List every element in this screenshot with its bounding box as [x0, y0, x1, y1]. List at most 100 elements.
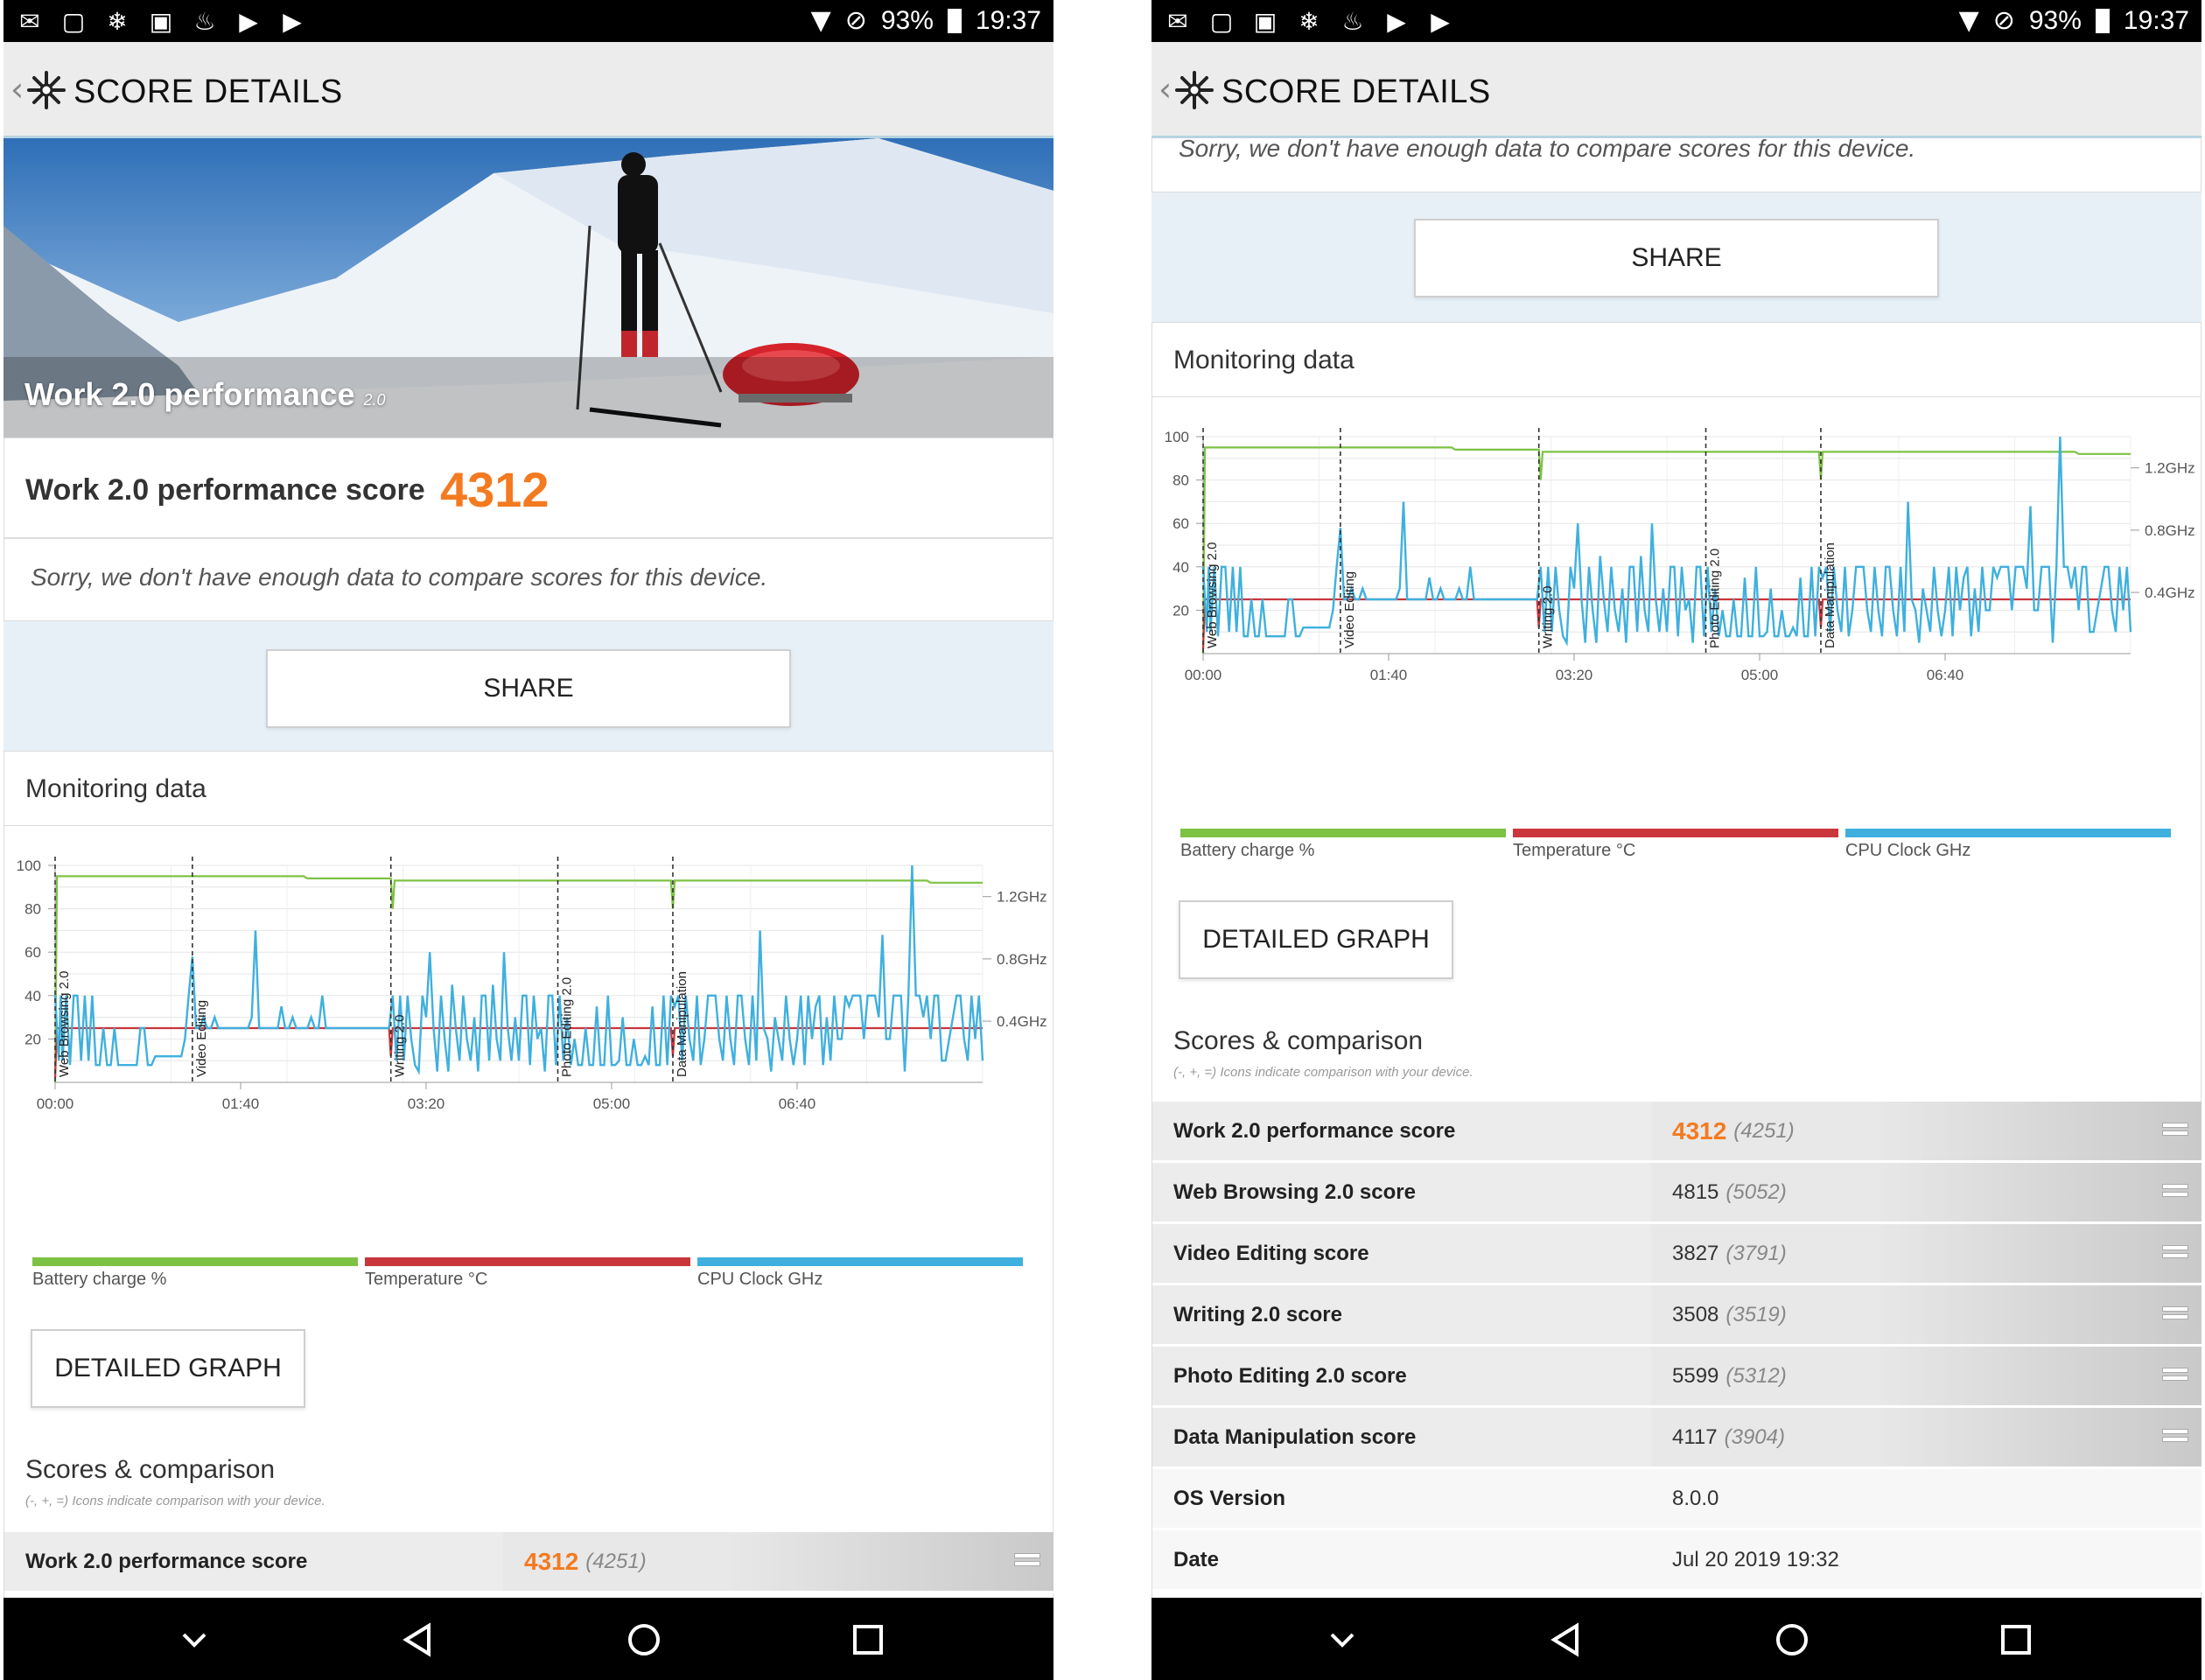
divider: [1152, 396, 2202, 397]
back-chevron-icon[interactable]: ‹: [10, 70, 24, 108]
y-right-tick-label: 0.8GHz: [997, 951, 1047, 968]
row-value-cell: Jul 20 2019 19:32: [1651, 1530, 2202, 1589]
page-title: SCORE DETAILS: [74, 74, 343, 110]
legend-battery-swatch: [1180, 829, 1506, 837]
legend-battery: Battery charge %: [32, 1257, 358, 1290]
home-icon[interactable]: [625, 1620, 663, 1659]
row-value: 8.0.0: [1672, 1486, 1719, 1510]
legend-cpu: CPU Clock GHz: [1845, 829, 2171, 861]
equals-icon: [2162, 1306, 2188, 1322]
test-marker-label: Video Editing: [194, 1000, 209, 1077]
monitoring-card: Monitoring data 100 80 60 40 20 1.2GHz 0.8GHz 0…: [1152, 322, 2202, 1598]
y-tick-label: 20: [24, 1031, 41, 1047]
table-row[interactable]: Work 2.0 performance score 4312 (4251): [4, 1532, 1054, 1593]
row-compare: (4251): [1733, 1118, 1795, 1143]
share-section: SHARE: [4, 621, 1054, 751]
row-value-cell: 8.0.0: [1651, 1469, 2202, 1528]
snowflake-icon: ❄: [1298, 6, 1320, 36]
monitoring-chart: 100 80 60 40 20 1.2GHz 0.8GHz 0.4GHz 00:00 01:40 0…: [1165, 428, 2195, 683]
table-row[interactable]: Video Editing score 3827 (3791): [1152, 1224, 2202, 1285]
snowflake-logo-icon[interactable]: [26, 70, 66, 110]
legend-temperature: Temperature °C: [365, 1257, 690, 1290]
x-tick-label: 00:00: [1185, 667, 1222, 683]
phone-screen-right: ✉ ▢ ▣ ❄ ♨ ▶ ▶ ▼ ⊘ 93% 19:37 ‹ SCORE DETA…: [1152, 0, 2202, 1680]
app-bar: ‹ SCORE DETAILS: [1152, 42, 2202, 138]
row-compare: (5052): [1726, 1180, 1787, 1204]
battery-percent: 93%: [880, 5, 934, 35]
hide-keyboard-icon[interactable]: [175, 1620, 214, 1659]
blank-notification-icon: ▢: [1209, 6, 1234, 36]
gmail-icon: ✉: [19, 6, 40, 36]
row-compare: (4251): [585, 1549, 647, 1573]
monitoring-title: Monitoring data: [25, 774, 206, 803]
recents-icon[interactable]: [1997, 1620, 2035, 1659]
battery-icon: [947, 8, 962, 33]
detailed-graph-button[interactable]: DETAILED GRAPH: [31, 1329, 305, 1408]
legend-temperature: Temperature °C: [1513, 829, 1838, 861]
table-row: OS Version 8.0.0: [1152, 1469, 2202, 1530]
y-tick-label: 60: [24, 944, 41, 961]
table-row[interactable]: Work 2.0 performance score 4312 (4251): [1152, 1102, 2202, 1163]
table-row: Date Jul 20 2019 19:32: [1152, 1530, 2202, 1592]
test-marker-label: Photo Editing 2.0: [560, 977, 575, 1077]
flame-icon: ♨: [193, 6, 216, 36]
x-tick-label: 03:20: [1556, 667, 1593, 683]
row-value-cell: 3508 (3519): [1651, 1285, 2202, 1344]
row-value-cell: 4117 (3904): [1651, 1408, 2202, 1466]
table-row[interactable]: Photo Editing 2.0 score 5599 (5312): [1152, 1347, 2202, 1408]
test-marker-label: Writing 2.0: [393, 1015, 408, 1077]
legend-cpu-swatch: [1845, 829, 2171, 837]
row-value: Jul 20 2019 19:32: [1672, 1547, 1839, 1572]
detailed-graph-button[interactable]: DETAILED GRAPH: [1179, 900, 1453, 979]
share-button[interactable]: SHARE: [1414, 219, 1939, 298]
table-row[interactable]: Writing 2.0 score 3508 (3519): [1152, 1285, 2202, 1347]
chart-legend: Battery charge % Temperature °C CPU Cloc…: [25, 1257, 1032, 1292]
back-icon[interactable]: [399, 1620, 438, 1659]
row-value-cell: 4815 (5052): [1651, 1163, 2202, 1222]
test-marker-label: Web Browsing 2.0: [57, 971, 72, 1077]
hero-title: Work 2.0 performance 2.0: [24, 376, 386, 413]
equals-icon: [2162, 1245, 2188, 1261]
compare-message-card: Sorry, we don't have enough data to comp…: [1152, 138, 2202, 192]
y-tick-label: 40: [1172, 559, 1189, 576]
no-sim-icon: ⊘: [844, 5, 867, 36]
scores-title: Scores & comparison: [1173, 1026, 1424, 1055]
y-right-tick-label: 0.4GHz: [997, 1013, 1047, 1030]
monitoring-title: Monitoring data: [1173, 346, 1354, 374]
y-tick-label: 60: [1172, 515, 1189, 532]
x-tick-label: 05:00: [1741, 667, 1779, 683]
table-row[interactable]: Data Manipulation score 4117 (3904): [1152, 1408, 2202, 1469]
table-row[interactable]: Web Browsing 2.0 score 4815 (5052): [1152, 1163, 2202, 1224]
recents-icon[interactable]: [849, 1620, 887, 1659]
row-compare: (3791): [1726, 1241, 1787, 1265]
status-bar: ✉ ▢ ❄ ▣ ♨ ▶ ▶ ▼ ⊘ 93% 19:37: [4, 0, 1054, 42]
scores-table: Work 2.0 performance score 4312 (4251): [4, 1532, 1054, 1593]
test-marker-label: Photo Editing 2.0: [1708, 549, 1723, 648]
score-card: Work 2.0 performance score 4312: [4, 438, 1054, 538]
battery-icon: [2095, 8, 2110, 33]
snowflake-logo-icon[interactable]: [1174, 70, 1214, 110]
play-store-icon: ▶: [1387, 6, 1406, 36]
share-section: SHARE: [1152, 192, 2202, 322]
hide-keyboard-icon[interactable]: [1323, 1620, 1362, 1659]
share-button[interactable]: SHARE: [266, 649, 791, 728]
back-icon[interactable]: [1547, 1620, 1586, 1659]
scores-title: Scores & comparison: [25, 1455, 276, 1484]
legend-temperature-label: Temperature °C: [1513, 841, 1636, 860]
legend-temperature-label: Temperature °C: [365, 1270, 488, 1289]
status-bar: ✉ ▢ ▣ ❄ ♨ ▶ ▶ ▼ ⊘ 93% 19:37: [1152, 0, 2202, 42]
legend-temperature-swatch: [1513, 829, 1838, 837]
row-value: 3827: [1672, 1241, 1719, 1265]
legend-battery-swatch: [32, 1257, 358, 1266]
compare-message: Sorry, we don't have enough data to comp…: [31, 564, 768, 591]
back-chevron-icon[interactable]: ‹: [1158, 70, 1172, 108]
test-marker-label: Data Manipulation: [675, 971, 690, 1077]
row-label: Data Manipulation score: [1173, 1425, 1417, 1449]
legend-battery-label: Battery charge %: [32, 1270, 167, 1289]
home-icon[interactable]: [1773, 1620, 1811, 1659]
row-value: 4117: [1672, 1424, 1718, 1449]
y-right-tick-label: 1.2GHz: [997, 889, 1047, 906]
scores-table: Work 2.0 performance score 4312 (4251) W…: [1152, 1102, 2202, 1592]
row-value-cell: 4312 (4251): [1651, 1102, 2202, 1160]
x-tick-label: 06:40: [1927, 667, 1964, 683]
